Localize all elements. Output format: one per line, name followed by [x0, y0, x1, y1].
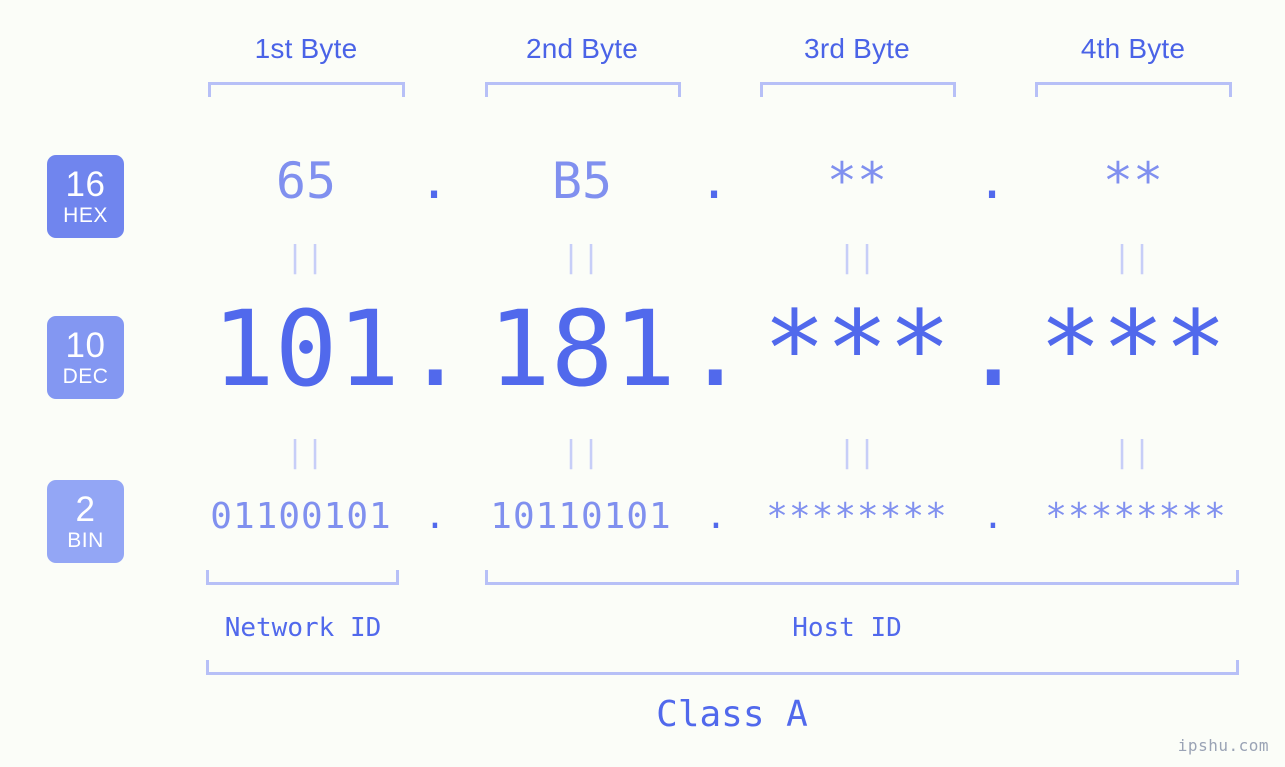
bin-value-byte-1: 01100101	[210, 496, 392, 537]
equals-mark-hex-dec-1: ||	[285, 240, 327, 275]
bin-value-byte-4: ********	[1045, 496, 1227, 537]
base-badge-bin[interactable]: 2 BIN	[47, 480, 124, 563]
dec-value-byte-3: ***	[763, 288, 951, 410]
byte-header-label-1: 1st Byte	[254, 33, 358, 64]
hex-value-byte-2: B5	[551, 152, 613, 210]
equals-mark-hex-dec-3: ||	[837, 240, 879, 275]
base-badge-bin-number: 2	[75, 490, 96, 529]
bin-separator-1: .	[424, 496, 446, 537]
base-badge-hex-abbr: HEX	[63, 204, 108, 227]
host-id-label: Host ID	[792, 613, 902, 643]
hex-value-byte-1: 65	[275, 152, 337, 210]
base-badge-dec-abbr: DEC	[62, 365, 109, 388]
equals-mark-dec-bin-3: ||	[837, 435, 879, 470]
site-watermark: ipshu.com	[1177, 736, 1269, 755]
equals-mark-dec-bin-4: ||	[1112, 435, 1154, 470]
dec-value-byte-4: ***	[1039, 288, 1227, 410]
dec-separator-1: .	[404, 288, 467, 410]
network-id-label: Network ID	[224, 613, 382, 643]
base-badge-dec[interactable]: 10 DEC	[47, 316, 124, 399]
dec-separator-2: .	[684, 288, 747, 410]
class-label: Class A	[656, 694, 808, 735]
base-badge-dec-number: 10	[65, 326, 106, 365]
equals-mark-dec-bin-1: ||	[285, 435, 327, 470]
bin-separator-3: .	[982, 496, 1004, 537]
byte-bracket-3	[760, 82, 956, 97]
byte-bracket-4	[1035, 82, 1232, 97]
ip-byte-breakdown-diagram: 1st Byte 2nd Byte 3rd Byte 4th Byte 16 H…	[0, 0, 1285, 767]
equals-mark-hex-dec-4: ||	[1112, 240, 1154, 275]
bin-separator-2: .	[705, 496, 727, 537]
base-badge-hex[interactable]: 16 HEX	[47, 155, 124, 238]
byte-header-label-4: 4th Byte	[1080, 33, 1186, 64]
hex-separator-3: .	[976, 152, 1008, 210]
dec-value-byte-1: 101	[212, 288, 400, 410]
byte-bracket-2	[485, 82, 681, 97]
dec-separator-3: .	[962, 288, 1025, 410]
byte-header-label-3: 3rd Byte	[804, 33, 910, 64]
hex-separator-1: .	[418, 152, 450, 210]
host-id-bracket	[485, 570, 1239, 585]
equals-mark-hex-dec-2: ||	[561, 240, 603, 275]
bin-value-byte-3: ********	[766, 496, 948, 537]
byte-bracket-1	[208, 82, 405, 97]
bin-value-byte-2: 10110101	[490, 496, 672, 537]
equals-mark-dec-bin-2: ||	[561, 435, 603, 470]
hex-value-byte-4: **	[1102, 152, 1164, 210]
class-bracket	[206, 660, 1239, 675]
byte-header-label-2: 2nd Byte	[525, 33, 639, 64]
hex-separator-2: .	[698, 152, 730, 210]
base-badge-hex-number: 16	[65, 165, 106, 204]
network-id-bracket	[206, 570, 399, 585]
base-badge-bin-abbr: BIN	[67, 529, 104, 552]
hex-value-byte-3: **	[826, 152, 888, 210]
dec-value-byte-2: 181	[488, 288, 676, 410]
